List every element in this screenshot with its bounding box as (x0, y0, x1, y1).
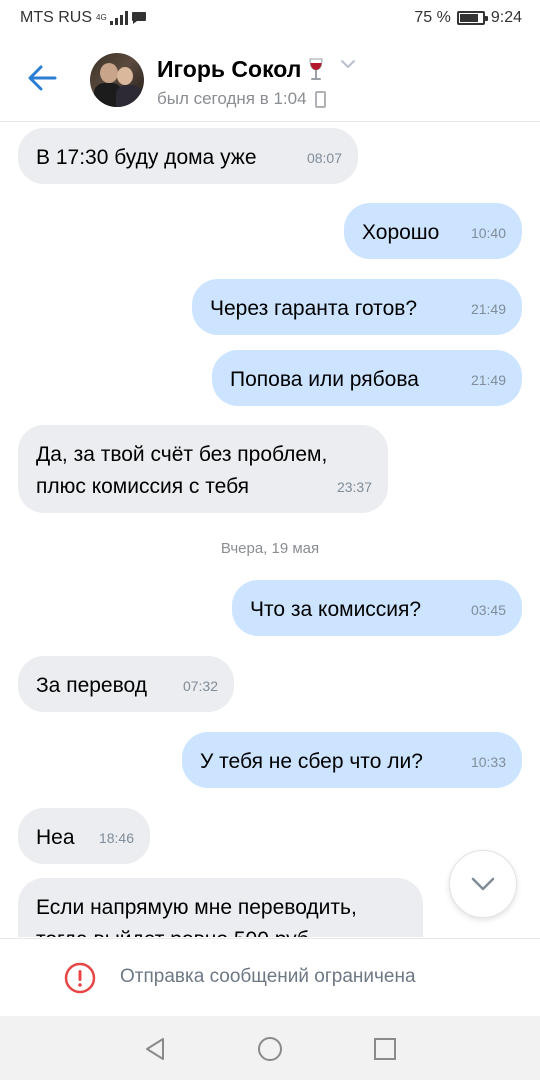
chevron-down-icon[interactable] (340, 58, 356, 70)
status-bar: MTS RUS 4G 75 % 9:24 (0, 0, 540, 36)
battery-fill (459, 14, 478, 22)
message-time: 08:07 (306, 150, 342, 166)
message-text: В 17:30 буду дома уже (36, 146, 257, 169)
battery-percent-label: 75 % (414, 9, 451, 26)
message-text-line: Если напрямую мне переводить, (36, 896, 357, 919)
status-right: 75 % 9:24 (414, 9, 522, 27)
message-text: У тебя не сбер что ли? (200, 750, 423, 773)
status-left: MTS RUS 4G (20, 9, 147, 27)
message-time: 23:37 (336, 479, 372, 495)
nav-home-button[interactable] (255, 1034, 285, 1064)
message-bubble-outgoing[interactable]: У тебя не сбер что ли? 10:33 (182, 732, 522, 788)
chat-header: Игорь Сокол был сегодня в 1:04 (0, 36, 540, 122)
nav-recents-button[interactable] (370, 1034, 400, 1064)
message-bubble-incoming[interactable]: В 17:30 буду дома уже 08:07 (18, 128, 358, 184)
network-type-label: 4G (96, 13, 107, 22)
nav-back-button[interactable] (140, 1034, 170, 1064)
message-list[interactable]: В 17:30 буду дома уже 08:07 Хорошо 10:40… (0, 123, 540, 937)
scroll-to-bottom-button[interactable] (449, 850, 517, 918)
mobile-phone-icon (314, 90, 326, 108)
date-separator: Вчера, 19 мая (220, 540, 320, 557)
message-text: За перевод (36, 674, 147, 697)
restricted-label: Отправка сообщений ограничена (120, 966, 416, 987)
message-text: Попова или рябова (230, 368, 419, 391)
carrier-label: MTS RUS (20, 9, 92, 26)
messaging-restricted-bar: Отправка сообщений ограничена (0, 938, 540, 1016)
back-button[interactable] (22, 56, 62, 100)
triangle-back-icon (146, 1038, 164, 1060)
circle-home-icon (258, 1037, 282, 1061)
signal-icon (109, 11, 128, 25)
message-bubble-outgoing[interactable]: Что за комиссия? 03:45 (232, 580, 522, 636)
message-bubble-outgoing[interactable]: Через гаранта готов? 21:49 (192, 279, 522, 335)
clock-label: 9:24 (490, 9, 522, 26)
message-time: 21:49 (470, 301, 506, 317)
message-text-line: Да, за твой счёт без проблем, (36, 443, 328, 466)
message-bubble-outgoing[interactable]: Хорошо 10:40 (344, 203, 522, 259)
message-time: 18:46 (98, 830, 134, 846)
message-time: 07:32 (182, 678, 218, 694)
arrow-left-icon (28, 65, 57, 91)
message-bubble-incoming[interactable]: За перевод 07:32 (18, 656, 234, 712)
chevron-down-icon (471, 877, 495, 891)
message-text-line: плюс комиссия с тебя (36, 475, 250, 498)
message-text: Что за комиссия? (250, 598, 422, 621)
message-bubble-incoming[interactable]: Да, за твой счёт без проблем, плюс комис… (18, 425, 388, 513)
message-time: 10:33 (470, 754, 506, 770)
warning-icon (64, 962, 96, 994)
message-bubble-incoming[interactable]: Неа 18:46 (18, 808, 150, 864)
system-nav-bar (0, 1016, 540, 1080)
message-time: 10:40 (470, 225, 506, 241)
message-text: Через гаранта готов? (210, 297, 418, 320)
message-text: Неа (36, 826, 75, 849)
message-text-line: тогда выйдет ровно 500 руб (36, 924, 405, 937)
last-seen-label: был сегодня в 1:04 (157, 89, 307, 108)
chat-notification-icon (131, 12, 146, 24)
contact-name[interactable]: Игорь Сокол (157, 56, 325, 83)
message-bubble-outgoing[interactable]: Попова или рябова 21:49 (212, 350, 522, 406)
message-time: 03:45 (470, 602, 506, 618)
battery-icon (456, 11, 488, 25)
message-bubble-incoming[interactable]: Если напрямую мне переводить, тогда выйд… (18, 878, 423, 937)
square-recents-icon (374, 1038, 396, 1060)
wine-glass-icon (309, 58, 323, 80)
message-time: 21:49 (470, 372, 506, 388)
last-seen-status: был сегодня в 1:04 (157, 89, 326, 109)
contact-avatar[interactable] (90, 53, 144, 107)
contact-name-label: Игорь Сокол (157, 56, 302, 82)
message-text: Хорошо (362, 221, 440, 244)
